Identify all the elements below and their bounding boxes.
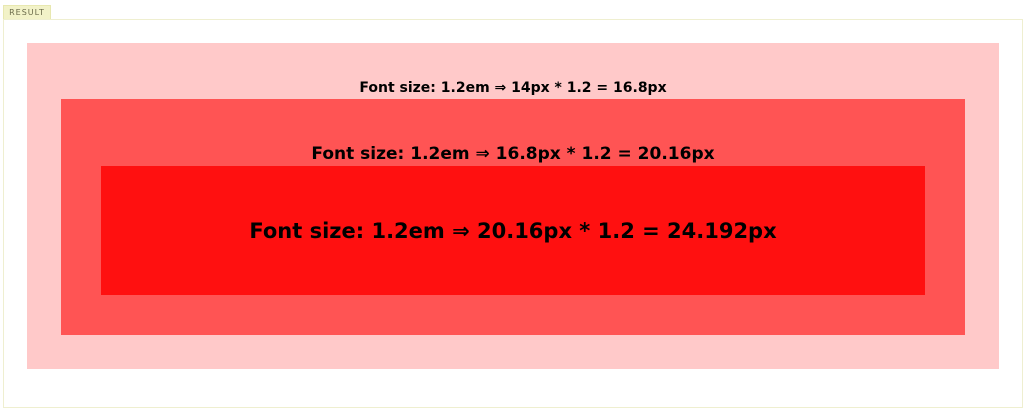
outer-box-label: Font size: 1.2em ⇒ 14px * 1.2 = 16.8px	[359, 80, 667, 96]
inner-box-label: Font size: 1.2em ⇒ 20.16px * 1.2 = 24.19…	[249, 219, 777, 243]
result-tab[interactable]: RESULT	[3, 5, 51, 20]
middle-box-label: Font size: 1.2em ⇒ 16.8px * 1.2 = 20.16p…	[311, 144, 715, 164]
